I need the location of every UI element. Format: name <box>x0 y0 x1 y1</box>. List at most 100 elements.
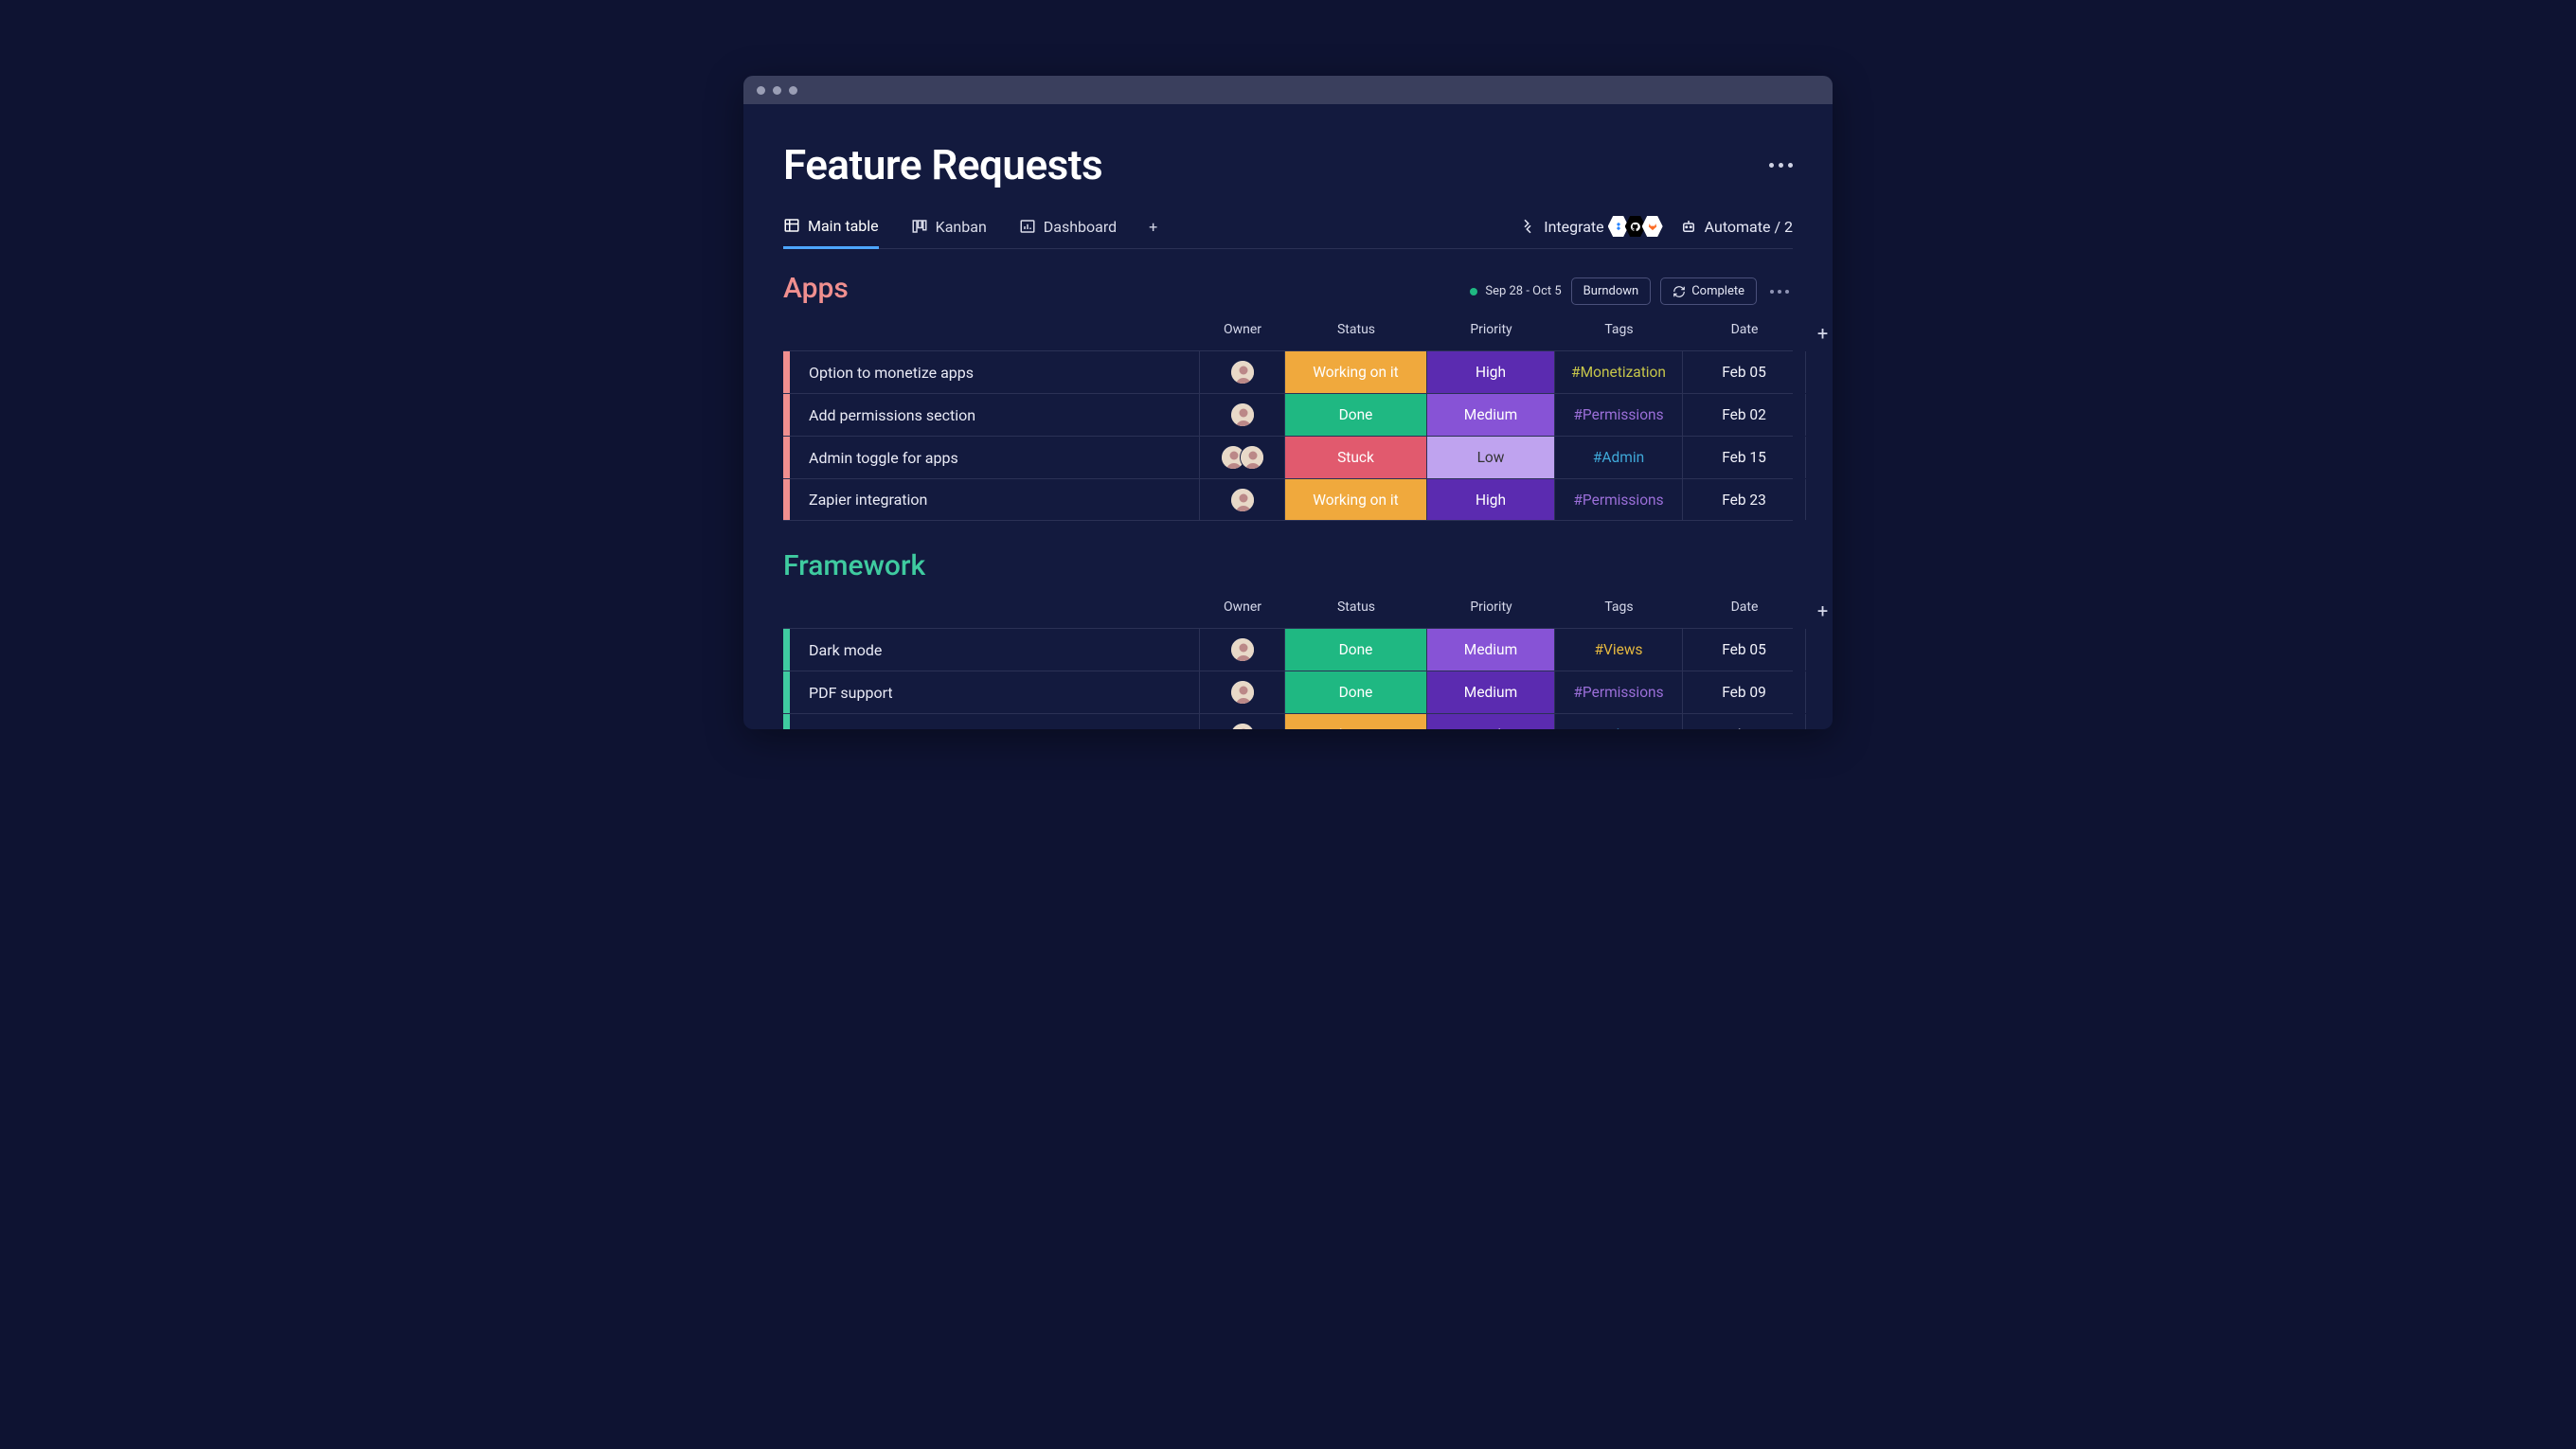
priority-cell[interactable]: Low <box>1427 437 1555 478</box>
avatar[interactable] <box>1240 445 1264 470</box>
date-cell[interactable]: Feb 15 <box>1683 437 1806 478</box>
column-header[interactable]: Status <box>1285 599 1427 622</box>
plug-icon <box>1519 218 1536 235</box>
priority-cell[interactable]: Medium <box>1427 671 1555 713</box>
column-header[interactable]: Date <box>1683 599 1806 622</box>
owner-cell[interactable] <box>1200 714 1285 729</box>
view-tabbar: Main table Kanban Dashboard + <box>783 216 1793 249</box>
add-view-button[interactable]: + <box>1149 218 1157 247</box>
owner-cell[interactable] <box>1200 629 1285 671</box>
avatar[interactable] <box>1230 360 1255 385</box>
table-icon <box>783 217 800 234</box>
table-row[interactable]: Admin toggle for apps Stuck Low #Admin F… <box>783 436 1793 478</box>
priority-cell[interactable]: High <box>1427 351 1555 393</box>
avatar[interactable] <box>1230 637 1255 662</box>
avatar[interactable] <box>1230 402 1255 427</box>
status-cell[interactable]: Done <box>1285 629 1427 671</box>
app-window: Feature Requests Main table Kanban <box>743 76 1833 729</box>
add-column-button[interactable]: + <box>1806 599 1833 622</box>
status-cell[interactable]: Working on it <box>1285 351 1427 393</box>
window-titlebar <box>743 76 1833 104</box>
tab-dashboard[interactable]: Dashboard <box>1019 218 1117 247</box>
group-title[interactable]: Framework <box>783 549 925 582</box>
item-name-cell[interactable]: Add permissions section <box>790 394 1200 436</box>
owner-cell[interactable] <box>1200 394 1285 436</box>
tag-cell[interactable]: #Admin <box>1555 437 1683 478</box>
date-cell[interactable]: Feb 02 <box>1683 394 1806 436</box>
integrate-button[interactable]: Integrate <box>1519 216 1662 237</box>
automate-button[interactable]: Automate / 2 <box>1680 218 1793 236</box>
column-header[interactable]: Status <box>1285 322 1427 345</box>
row-end <box>1806 394 1833 436</box>
table-row[interactable]: Add permissions section Done Medium #Per… <box>783 393 1793 436</box>
add-column-button[interactable]: + <box>1806 322 1833 345</box>
column-header[interactable]: Date <box>1683 322 1806 345</box>
automate-label: Automate / 2 <box>1705 218 1793 236</box>
status-cell[interactable]: Done <box>1285 671 1427 713</box>
row-end <box>1806 629 1833 671</box>
item-name-cell[interactable]: Dark mode <box>790 629 1200 671</box>
column-header[interactable]: Owner <box>1200 599 1285 622</box>
column-header[interactable]: Tags <box>1555 322 1683 345</box>
table-row[interactable]: Zapier integration Working on it High #P… <box>783 478 1793 521</box>
burndown-button[interactable]: Burndown <box>1571 277 1652 305</box>
page-more-button[interactable] <box>1769 163 1793 168</box>
row-end <box>1806 714 1833 729</box>
owner-cell[interactable] <box>1200 479 1285 520</box>
item-name-cell[interactable]: PDF support <box>790 671 1200 713</box>
group-stripe <box>783 671 790 713</box>
status-cell[interactable]: Done <box>1285 394 1427 436</box>
refresh-icon <box>1673 285 1686 298</box>
item-name-cell[interactable]: Option to monetize apps <box>790 351 1200 393</box>
table-row[interactable]: PDF support Done Medium #Permissions Feb… <box>783 671 1793 713</box>
tab-label: Main table <box>808 217 879 235</box>
group-stripe <box>783 394 790 436</box>
avatar[interactable] <box>1230 488 1255 512</box>
table-row[interactable]: Option to monetize apps Working on it Hi… <box>783 350 1793 393</box>
tag-cell[interactable]: #Permissions <box>1555 394 1683 436</box>
tab-main-table[interactable]: Main table <box>783 217 879 249</box>
priority-cell[interactable]: High <box>1427 714 1555 729</box>
tag-cell[interactable]: #Admin <box>1555 714 1683 729</box>
tag-cell[interactable]: #Monetization <box>1555 351 1683 393</box>
status-cell[interactable]: Working on it <box>1285 479 1427 520</box>
tag-cell[interactable]: #Views <box>1555 629 1683 671</box>
owner-cell[interactable] <box>1200 671 1285 713</box>
group-more-button[interactable] <box>1766 290 1793 294</box>
owner-cell[interactable] <box>1200 351 1285 393</box>
gitlab-icon <box>1642 216 1663 237</box>
column-header[interactable]: Owner <box>1200 322 1285 345</box>
priority-cell[interactable]: Medium <box>1427 394 1555 436</box>
date-range-label: Sep 28 - Oct 5 <box>1485 284 1561 298</box>
status-cell[interactable]: Working on it <box>1285 714 1427 729</box>
tab-kanban[interactable]: Kanban <box>911 218 987 247</box>
item-name-cell[interactable]: Admin toggle for apps <box>790 437 1200 478</box>
tag-cell[interactable]: #Permissions <box>1555 671 1683 713</box>
item-name-cell[interactable]: Zapier integration <box>790 479 1200 520</box>
date-cell[interactable]: Feb 05 <box>1683 351 1806 393</box>
date-cell[interactable]: Feb 05 <box>1683 629 1806 671</box>
owner-cell[interactable] <box>1200 437 1285 478</box>
item-name-cell[interactable]: Invitee 2.0 <box>790 714 1200 729</box>
table-row[interactable]: Invitee 2.0 Working on it High #Admin Fe… <box>783 713 1793 729</box>
integration-badges <box>1612 216 1663 237</box>
group-stripe <box>783 479 790 520</box>
column-headers: Owner Status Priority Tags Date + <box>783 322 1793 345</box>
table-row[interactable]: Dark mode Done Medium #Views Feb 05 <box>783 628 1793 671</box>
date-cell[interactable]: Feb 15 <box>1683 714 1806 729</box>
complete-button[interactable]: Complete <box>1660 277 1757 305</box>
date-cell[interactable]: Feb 09 <box>1683 671 1806 713</box>
column-header[interactable]: Priority <box>1427 599 1555 622</box>
date-cell[interactable]: Feb 23 <box>1683 479 1806 520</box>
tag-cell[interactable]: #Permissions <box>1555 479 1683 520</box>
priority-cell[interactable]: Medium <box>1427 629 1555 671</box>
window-dot <box>757 86 765 95</box>
tab-label: Dashboard <box>1044 218 1117 236</box>
priority-cell[interactable]: High <box>1427 479 1555 520</box>
group-title[interactable]: Apps <box>783 272 849 305</box>
status-cell[interactable]: Stuck <box>1285 437 1427 478</box>
avatar[interactable] <box>1230 680 1255 705</box>
avatar[interactable] <box>1230 723 1255 730</box>
column-header[interactable]: Tags <box>1555 599 1683 622</box>
column-header[interactable]: Priority <box>1427 322 1555 345</box>
